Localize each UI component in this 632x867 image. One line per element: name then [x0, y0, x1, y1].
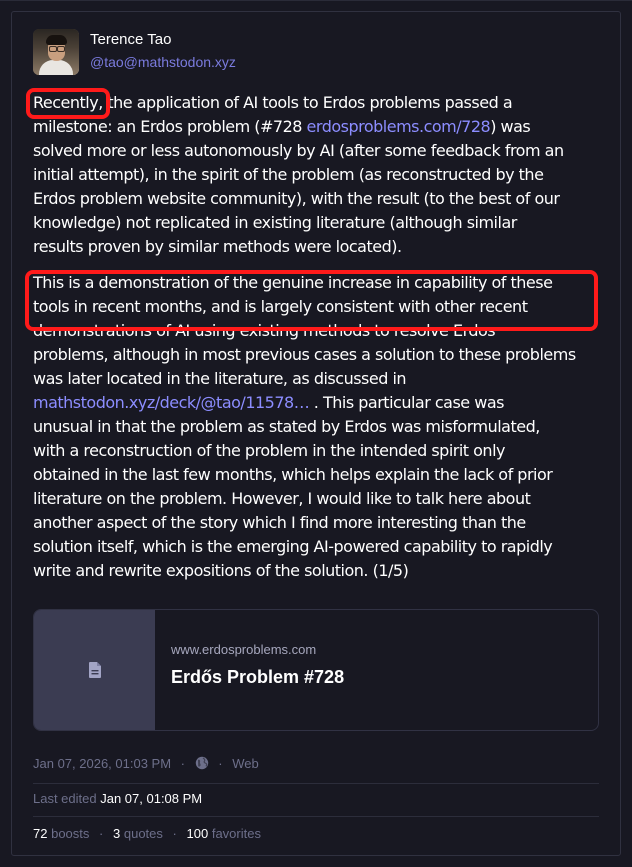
post-content: Recently, the application of AI tools to… [33, 91, 603, 583]
top-divider [0, 0, 632, 1]
text-line: obtained in the last few months, which h… [33, 465, 553, 484]
text-line: literature on the problem. However, I wo… [33, 489, 531, 508]
edited-time[interactable]: Jan 07, 01:08 PM [100, 791, 202, 806]
card-title[interactable]: Erdős Problem #728 [171, 667, 344, 688]
author-name[interactable]: Terence Tao [90, 31, 171, 48]
text-line: initial attempt), in the spirit of the p… [33, 165, 544, 184]
mathstodon-link[interactable]: mathstodon.xyz/deck/@tao/11578… [33, 393, 310, 412]
highlight-box-recently [26, 88, 110, 119]
text-line: milestone: an Erdos problem (#728 [33, 117, 307, 136]
edited-label: Last edited [33, 791, 97, 806]
author-handle[interactable]: @tao@mathstodon.xyz [90, 54, 236, 70]
erdos-problem-link[interactable]: erdosproblems.com/728 [307, 117, 491, 136]
separator-dot: · [99, 826, 104, 841]
post-client: Web [232, 756, 259, 771]
text-line: another aspect of the story which I find… [33, 513, 526, 532]
favorites-label[interactable]: favorites [212, 826, 261, 841]
text-line: unusual in that the problem as stated by… [33, 417, 540, 436]
text-line: problems, although in most previous case… [33, 345, 576, 364]
avatar[interactable] [33, 29, 79, 75]
separator-dot: · [180, 756, 186, 771]
text-line: ) was [490, 117, 531, 136]
divider [33, 816, 599, 817]
quotes-count[interactable]: 3 [113, 826, 120, 841]
text-line: results proven by similar methods were l… [33, 237, 402, 256]
favorites-count[interactable]: 100 [187, 826, 209, 841]
highlight-box-demonstration [25, 270, 598, 331]
divider [33, 783, 599, 784]
text-line: solution itself, which is the emerging A… [33, 537, 553, 556]
edit-info: Last edited Jan 07, 01:08 PM [33, 791, 202, 806]
link-preview-card[interactable]: www.erdosproblems.com Erdős Problem #728 [33, 609, 599, 731]
globe-icon [195, 756, 208, 770]
quotes-label[interactable]: quotes [124, 826, 163, 841]
text-line: write and rewrite expositions of the sol… [33, 561, 409, 580]
post-timestamp[interactable]: Jan 07, 2026, 01:03 PM [33, 756, 171, 771]
text-line: the application of AI tools to Erdos pro… [102, 93, 513, 112]
card-thumbnail [34, 610, 155, 730]
post-stats: 72 boosts · 3 quotes · 100 favorites [33, 826, 261, 841]
text-line: solved more or less autonomously by AI (… [33, 141, 564, 160]
text-line: knowledge) not replicated in existing li… [33, 213, 517, 232]
card-domain: www.erdosproblems.com [171, 642, 317, 657]
document-icon [89, 662, 101, 678]
separator-dot: · [218, 756, 223, 771]
paragraph-1: Recently, the application of AI tools to… [33, 91, 603, 259]
boosts-label[interactable]: boosts [51, 826, 89, 841]
post-meta: Jan 07, 2026, 01:03 PM · · Web [33, 756, 259, 771]
separator-dot: · [172, 826, 177, 841]
boosts-count[interactable]: 72 [33, 826, 47, 841]
text-line: Erdos problem website community), with t… [33, 189, 560, 208]
text-line: was later located in the literature, as … [33, 369, 407, 388]
text-line: with a reconstruction of the problem in … [33, 441, 505, 460]
text-line: . This particular case was [309, 393, 505, 412]
